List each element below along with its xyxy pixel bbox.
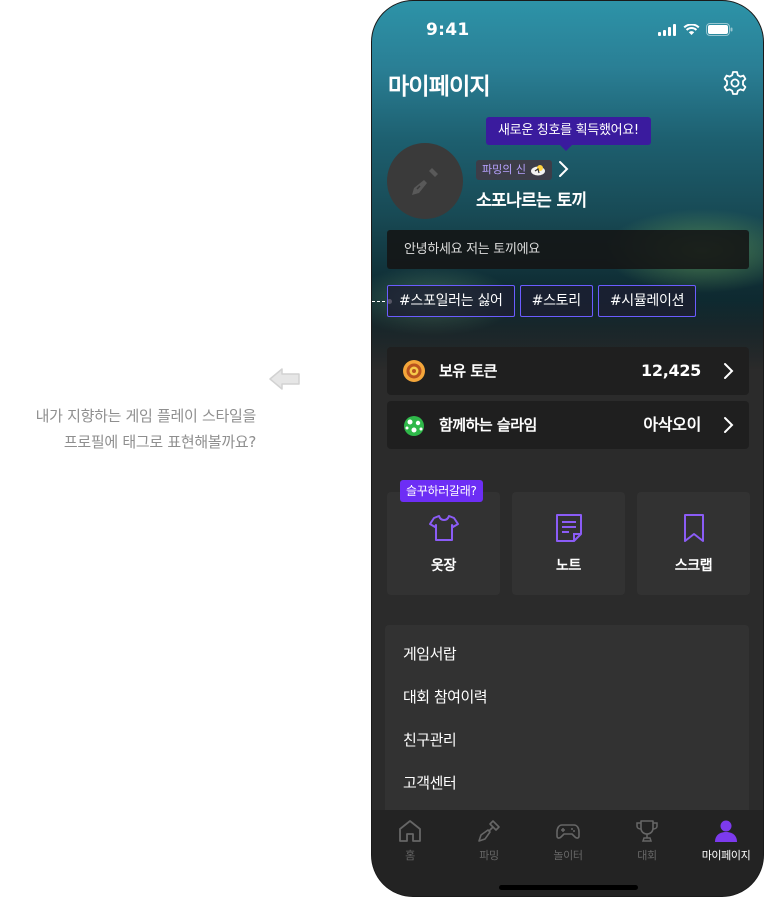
tab-farming[interactable]: 파밍 bbox=[459, 818, 519, 863]
note-button[interactable]: 노트 bbox=[512, 492, 625, 595]
note-icon bbox=[556, 514, 582, 542]
token-coin-icon bbox=[403, 360, 425, 382]
shovel-icon bbox=[412, 168, 438, 195]
wardrobe-button[interactable]: 옷장 bbox=[387, 492, 500, 595]
wardrobe-bubble: 슬꾸하러갈래? bbox=[400, 480, 483, 502]
slime-value: 아삭오이 bbox=[643, 415, 701, 434]
tab-home[interactable]: 홈 bbox=[380, 818, 440, 863]
chevron-right-icon bbox=[724, 363, 734, 379]
annotation-text: 내가 지향하는 게임 플레이 스타일을 프로필에 태그로 표현해볼까요? bbox=[0, 403, 257, 455]
chevron-right-icon bbox=[724, 417, 734, 433]
title-badge-label: 파밍의 신 bbox=[482, 163, 526, 176]
bookmark-icon bbox=[684, 514, 704, 542]
trophy-icon bbox=[636, 820, 658, 842]
tab-contest[interactable]: 대회 bbox=[617, 818, 677, 863]
nickname: 소포나르는 토끼 bbox=[476, 191, 587, 211]
avatar[interactable] bbox=[387, 143, 463, 219]
wardrobe-label: 옷장 bbox=[431, 558, 456, 574]
shovel-icon bbox=[478, 820, 500, 842]
annotation-line-2: 프로필에 태그로 표현해볼까요? bbox=[63, 433, 256, 451]
menu-list: 게임서랍 대회 참여이력 친구관리 고객센터 bbox=[385, 625, 749, 825]
shirt-icon bbox=[429, 515, 459, 541]
scrap-label: 스크랩 bbox=[674, 558, 713, 574]
tab-label: 마이페이지 bbox=[701, 849, 751, 862]
tag-list: #스포일러는 싫어 #스토리 #시뮬레이션 bbox=[387, 285, 697, 317]
signal-icon bbox=[658, 23, 676, 36]
slime-row[interactable]: 함께하는 슬라임 아삭오이 bbox=[387, 401, 749, 449]
gear-icon[interactable] bbox=[721, 69, 749, 97]
annotation-line-1: 내가 지향하는 게임 플레이 스타일을 bbox=[35, 407, 257, 425]
list-item-contest-history[interactable]: 대회 참여이력 bbox=[403, 686, 488, 707]
token-value: 12,425 bbox=[641, 361, 701, 380]
tag-chip[interactable]: #스포일러는 싫어 bbox=[387, 285, 515, 317]
tab-mypage[interactable]: 마이페이지 bbox=[696, 818, 756, 863]
title-badge[interactable]: 파밍의 신 bbox=[476, 160, 552, 180]
bio-field[interactable]: 안녕하세요 저는 토끼에요 bbox=[387, 230, 749, 269]
new-title-tooltip[interactable]: 새로운 칭호를 획득했어요! bbox=[486, 117, 651, 151]
list-item-support[interactable]: 고객센터 bbox=[403, 772, 457, 793]
home-indicator[interactable] bbox=[499, 885, 638, 890]
slime-label: 함께하는 슬라임 bbox=[439, 416, 537, 434]
note-label: 노트 bbox=[556, 558, 581, 574]
tab-label: 놀이터 bbox=[553, 849, 583, 862]
arrow-left-icon bbox=[269, 368, 300, 390]
page-title: 마이페이지 bbox=[388, 74, 491, 100]
tab-label: 홈 bbox=[405, 849, 415, 862]
phone-frame: 9:41 마이페이지 새로운 칭호를 획득했어요! 파밍의 신 소포나르는 토끼… bbox=[371, 0, 764, 897]
token-label: 보유 토큰 bbox=[439, 362, 497, 380]
tab-bar: 홈 파밍 놀이터 대회 마이페이지 bbox=[372, 810, 763, 896]
tab-label: 파밍 bbox=[479, 849, 499, 862]
status-bar: 9:41 bbox=[372, 19, 763, 43]
list-item-game-drawer[interactable]: 게임서랍 bbox=[403, 643, 457, 664]
token-row[interactable]: 보유 토큰 12,425 bbox=[387, 347, 749, 395]
status-time: 9:41 bbox=[426, 20, 470, 40]
scrap-button[interactable]: 스크랩 bbox=[637, 492, 750, 595]
person-icon bbox=[715, 820, 737, 842]
chevron-right-icon[interactable] bbox=[557, 158, 571, 180]
list-item-friends[interactable]: 친구관리 bbox=[403, 729, 457, 750]
gamepad-icon bbox=[556, 824, 580, 839]
tab-label: 대회 bbox=[637, 849, 657, 862]
home-icon bbox=[399, 820, 421, 842]
cloud-icon bbox=[530, 165, 545, 176]
tag-chip[interactable]: #스토리 bbox=[519, 285, 593, 317]
battery-icon bbox=[706, 23, 733, 36]
tag-chip[interactable]: #시뮬레이션 bbox=[597, 285, 697, 317]
slime-icon bbox=[404, 416, 424, 436]
wifi-icon bbox=[683, 23, 700, 35]
tab-playground[interactable]: 놀이터 bbox=[538, 818, 598, 863]
